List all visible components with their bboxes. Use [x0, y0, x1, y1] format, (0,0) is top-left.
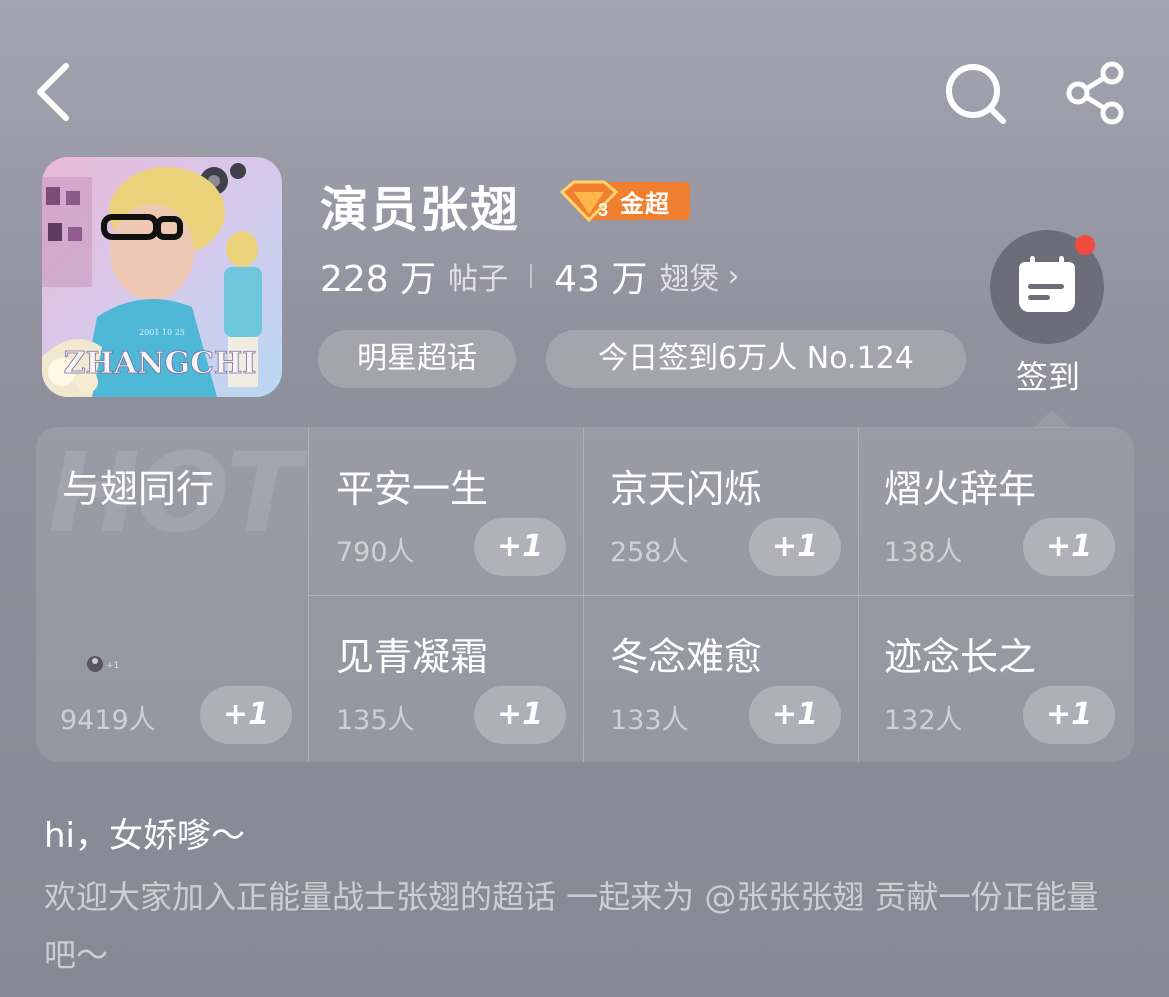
checkin-label: 签到 — [1015, 358, 1080, 396]
badge-label: 金超 — [620, 190, 670, 218]
group-count: 133人 — [610, 705, 689, 736]
topic-cover-image[interactable]: 2001 10 25 ZHANGCHI — [42, 157, 282, 397]
featured-group-name: 与翅同行 — [62, 467, 215, 511]
topic-title: 演员张翅 — [320, 182, 521, 238]
featured-group-join-button[interactable]: +1 — [200, 686, 292, 744]
group-count: 132人 — [884, 705, 963, 736]
group-join-button[interactable]: +1 — [1023, 686, 1115, 744]
group-join-button[interactable]: +1 — [474, 686, 566, 744]
group-join-button[interactable]: +1 — [749, 686, 841, 744]
svg-text:+1: +1 — [106, 661, 119, 671]
checkin-rank-tag[interactable]: 今日签到6万人 No.124 — [546, 330, 966, 388]
back-button[interactable] — [30, 58, 80, 128]
search-icon — [946, 64, 1006, 124]
gold-super-badge[interactable]: 3 金超 — [558, 180, 690, 223]
group-name: 迹念长之 — [884, 635, 1037, 679]
group-count: 258人 — [610, 537, 689, 568]
intro-greeting: hi，女娇嗲～ — [44, 816, 245, 856]
cover-caption: ZHANGCHI — [64, 346, 257, 381]
group-name: 见青凝霜 — [336, 635, 489, 679]
badge-level: 3 — [598, 200, 608, 220]
group-name: 熠火辞年 — [884, 467, 1037, 511]
stats-divider — [530, 264, 533, 288]
category-tag[interactable]: 明星超话 — [318, 330, 516, 388]
back-arrow-icon — [37, 63, 69, 121]
group-name: 京天闪烁 — [610, 467, 763, 511]
panel-pointer — [1034, 410, 1070, 428]
share-button[interactable] — [1060, 58, 1130, 128]
featured-group-count: 9419人 — [60, 705, 156, 736]
fans-label: 翅煲 — [659, 262, 720, 297]
notification-dot — [1075, 235, 1095, 255]
group-join-button[interactable]: +1 — [749, 518, 841, 576]
group-count: 135人 — [336, 705, 415, 736]
group-join-button[interactable]: +1 — [1023, 518, 1115, 576]
group-name: 冬念难愈 — [610, 635, 763, 679]
search-button[interactable] — [940, 58, 1010, 128]
group-count: 790人 — [336, 537, 415, 568]
posts-label: 帖子 — [448, 262, 509, 297]
fans-count: 43 万 — [554, 259, 648, 300]
share-icon — [1066, 61, 1124, 125]
topic-stats[interactable]: 228 万 帖子 43 万 翅煲 › — [320, 252, 740, 301]
posts-count: 228 万 — [320, 259, 437, 300]
member-avatars: +1 — [86, 654, 122, 674]
chevron-right-icon: › — [727, 258, 740, 294]
group-count: 138人 — [884, 537, 963, 568]
group-name: 平安一生 — [336, 467, 489, 511]
intro-description: 欢迎大家加入正能量战士张翅的超话 一起来为 @张张张翅 贡献一份正能量吧～ — [44, 878, 1099, 974]
svg-text:2001 10 25: 2001 10 25 — [139, 328, 185, 337]
group-join-button[interactable]: +1 — [474, 518, 566, 576]
